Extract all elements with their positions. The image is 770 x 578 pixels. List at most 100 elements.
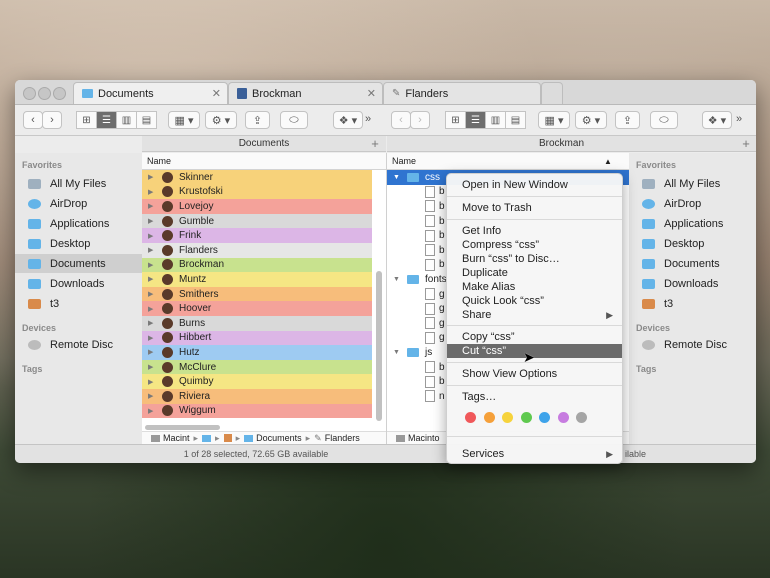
table-row[interactable]: ▶ Hutz xyxy=(142,345,372,360)
menu-show-view-options[interactable]: Show View Options xyxy=(447,367,622,381)
add-pane-button[interactable]: + xyxy=(736,136,756,152)
sidebar-item-downloads[interactable]: Downloads xyxy=(15,274,142,293)
forward-button-right[interactable]: › xyxy=(410,111,430,129)
tag-orange-dot[interactable] xyxy=(484,412,495,423)
table-row[interactable]: ▶ Gumble xyxy=(142,213,372,229)
menu-move-to-trash[interactable]: Move to Trash xyxy=(447,201,622,215)
add-tab-plus-icon[interactable]: + xyxy=(365,136,385,152)
list-view-button[interactable]: ☰ xyxy=(96,111,117,129)
table-row[interactable]: ▶ Skinner xyxy=(142,170,372,185)
toolbar-overflow-icon[interactable]: » xyxy=(736,113,742,125)
column-view-button[interactable]: ▥ xyxy=(485,111,506,129)
menu-burn-to-disc[interactable]: Burn “css” to Disc… xyxy=(447,252,622,266)
dropbox-button[interactable]: ❖ ▾ xyxy=(333,111,363,129)
sidebar-item-t3[interactable]: t3 xyxy=(629,294,756,313)
sidebar-item-airdrop[interactable]: AirDrop xyxy=(15,194,142,213)
disclosure-triangle-icon[interactable]: ▶ xyxy=(148,261,158,269)
left-scrollbar[interactable] xyxy=(376,271,382,421)
dropbox-button-right[interactable]: ❖ ▾ xyxy=(702,111,732,129)
table-row[interactable]: ▶ Burns xyxy=(142,316,372,331)
sidebar-item-remote-disc[interactable]: Remote Disc xyxy=(629,335,756,354)
breadcrumb-macintosh[interactable]: Macint xyxy=(163,433,190,443)
tab-documents[interactable]: Documents ✕ xyxy=(73,82,228,104)
icon-view-button[interactable]: ⊞ xyxy=(445,111,466,129)
list-view-button[interactable]: ☰ xyxy=(465,111,486,129)
sidebar-item-all-my-files[interactable]: All My Files xyxy=(15,174,142,193)
column-view-button[interactable]: ▥ xyxy=(116,111,137,129)
table-row[interactable]: ▶ Muntz xyxy=(142,272,372,287)
tag-yellow-dot[interactable] xyxy=(502,412,513,423)
sidebar-item-all-my-files[interactable]: All My Files xyxy=(629,174,756,193)
tags-button[interactable]: ⬭ xyxy=(280,111,308,129)
disclosure-triangle-icon[interactable]: ▶ xyxy=(148,363,158,371)
disclosure-triangle-icon[interactable]: ▶ xyxy=(148,290,158,298)
disclosure-triangle-icon[interactable]: ▶ xyxy=(148,407,158,415)
table-row[interactable]: ▶ Lovejoy xyxy=(142,199,372,214)
sidebar-item-desktop[interactable]: Desktop xyxy=(629,234,756,253)
menu-compress[interactable]: Compress “css” xyxy=(447,238,622,252)
disclosure-triangle-icon[interactable]: ▶ xyxy=(148,378,158,386)
menu-copy[interactable]: Copy “css” xyxy=(447,330,622,344)
sidebar-item-airdrop[interactable]: AirDrop xyxy=(629,194,756,213)
tab-brockman[interactable]: Brockman ✕ xyxy=(228,82,383,104)
close-tab-icon[interactable]: ✕ xyxy=(212,87,221,100)
disclosure-triangle-icon[interactable]: ▶ xyxy=(148,319,158,327)
name-column-header[interactable]: Name xyxy=(142,153,386,170)
sidebar-item-documents[interactable]: Documents xyxy=(15,254,142,273)
breadcrumb-flanders[interactable]: Flanders xyxy=(325,433,360,443)
tag-green-dot[interactable] xyxy=(521,412,532,423)
disclosure-triangle-icon[interactable]: ▶ xyxy=(148,232,158,240)
disclosure-triangle-icon[interactable]: ▶ xyxy=(148,275,158,283)
table-row[interactable]: ▶ Hibbert xyxy=(142,330,372,346)
disclosure-triangle-icon[interactable]: ▶ xyxy=(148,202,158,210)
disclosure-triangle-icon[interactable]: ▶ xyxy=(148,334,158,342)
table-row[interactable]: ▶ Hoover xyxy=(142,301,372,316)
disclosure-triangle-icon[interactable]: ▶ xyxy=(148,173,158,181)
disclosure-triangle-icon[interactable]: ▶ xyxy=(148,188,158,196)
disclosure-triangle-icon[interactable]: ▶ xyxy=(148,305,158,313)
tag-purple-dot[interactable] xyxy=(558,412,569,423)
breadcrumb-macintosh[interactable]: Macinto xyxy=(408,433,440,443)
arrange-button-right[interactable]: ▦ ▾ xyxy=(538,111,570,129)
toolbar-overflow-icon[interactable]: » xyxy=(365,113,371,125)
menu-services[interactable]: Services ▶ xyxy=(447,447,622,461)
disclosure-triangle-icon[interactable]: ▼ xyxy=(393,174,403,181)
disclosure-triangle-icon[interactable]: ▶ xyxy=(148,392,158,400)
sidebar-item-remote-disc[interactable]: Remote Disc xyxy=(15,335,142,354)
sidebar-item-applications[interactable]: Applications xyxy=(15,214,142,233)
tag-red-dot[interactable] xyxy=(465,412,476,423)
arrange-button[interactable]: ▦ ▾ xyxy=(168,111,200,129)
zoom-window-button[interactable] xyxy=(53,87,66,100)
sidebar-item-t3[interactable]: t3 xyxy=(15,294,142,313)
menu-duplicate[interactable]: Duplicate xyxy=(447,266,622,280)
breadcrumb-documents[interactable]: Documents xyxy=(256,433,302,443)
table-row[interactable]: ▶ Frink xyxy=(142,228,372,243)
close-tab-icon[interactable]: ✕ xyxy=(367,87,376,100)
new-tab-button[interactable] xyxy=(541,82,563,104)
back-button-right[interactable]: ‹ xyxy=(391,111,411,129)
action-button[interactable]: ⚙ ▾ xyxy=(205,111,237,129)
menu-get-info[interactable]: Get Info xyxy=(447,224,622,238)
coverflow-view-button[interactable]: ▤ xyxy=(505,111,526,129)
share-button-right[interactable]: ⇪ xyxy=(615,111,640,129)
back-button[interactable]: ‹ xyxy=(23,111,43,129)
menu-tags[interactable]: Tags… xyxy=(447,390,622,404)
share-button[interactable]: ⇪ xyxy=(245,111,270,129)
table-row[interactable]: ▶ Quimby xyxy=(142,374,372,389)
table-row[interactable]: ▶ Flanders xyxy=(142,243,372,258)
table-row[interactable]: ▶ Brockman xyxy=(142,257,372,273)
tab-flanders[interactable]: ✎ Flanders xyxy=(383,82,541,104)
sidebar-item-desktop[interactable]: Desktop xyxy=(15,234,142,253)
menu-open-in-new-window[interactable]: Open in New Window xyxy=(447,178,622,192)
sidebar-item-downloads[interactable]: Downloads xyxy=(629,274,756,293)
menu-quick-look[interactable]: Quick Look “css” xyxy=(447,294,622,308)
forward-button[interactable]: › xyxy=(42,111,62,129)
table-row[interactable]: ▶ McClure xyxy=(142,359,372,375)
action-button-right[interactable]: ⚙ ▾ xyxy=(575,111,607,129)
table-row[interactable]: ▶ Krustofski xyxy=(142,184,372,200)
icon-view-button[interactable]: ⊞ xyxy=(76,111,97,129)
disclosure-triangle-icon[interactable]: ▶ xyxy=(148,348,158,356)
disclosure-triangle-icon[interactable]: ▼ xyxy=(393,349,403,356)
close-window-button[interactable] xyxy=(23,87,36,100)
disclosure-triangle-icon[interactable]: ▼ xyxy=(393,276,403,283)
